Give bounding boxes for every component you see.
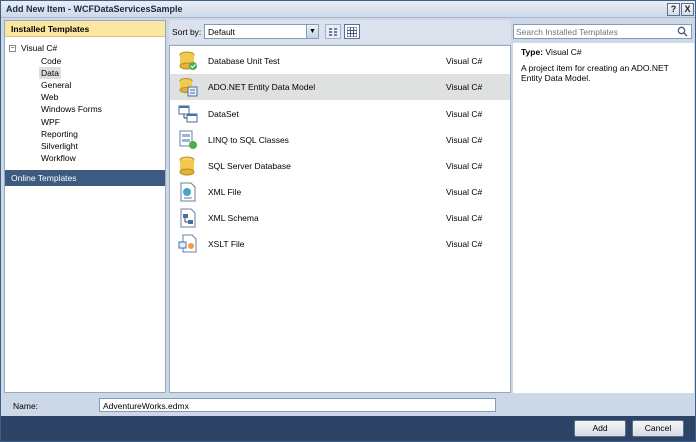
template-name: LINQ to SQL Classes: [208, 135, 289, 145]
template-name: ADO.NET Entity Data Model: [208, 82, 316, 92]
tree-item-windows-forms[interactable]: Windows Forms: [39, 103, 104, 115]
template-language: Visual C#: [446, 135, 483, 145]
template-name: Database Unit Test: [208, 56, 280, 66]
linq-to-sql-icon: [179, 130, 197, 149]
list-view-button[interactable]: [325, 24, 341, 39]
database-unit-test-icon: [179, 51, 197, 70]
tree-item-code[interactable]: Code: [39, 55, 63, 67]
list-view-icon: [329, 28, 337, 36]
template-name: XSLT File: [208, 239, 245, 249]
tree-item-workflow[interactable]: Workflow: [39, 152, 78, 164]
entity-data-model-icon: [179, 78, 198, 97]
template-name: XML Schema: [208, 213, 259, 223]
template-language: Visual C#: [446, 187, 483, 197]
collapse-icon[interactable]: −: [9, 44, 16, 52]
template-item[interactable]: LINQ to SQL Classes Visual C#: [170, 127, 510, 153]
search-box[interactable]: [513, 24, 692, 39]
close-button[interactable]: X: [681, 3, 694, 16]
details-view-button[interactable]: [344, 24, 360, 39]
template-language: Visual C#: [446, 239, 483, 249]
type-label: Type:: [521, 47, 544, 57]
sort-toolbar: Sort by: Default ▼: [169, 20, 511, 44]
tree-item-silverlight[interactable]: Silverlight: [39, 140, 80, 152]
template-name: DataSet: [208, 109, 239, 119]
name-input[interactable]: [99, 398, 496, 412]
tree-node-label: Visual C#: [21, 43, 58, 53]
template-item-selected[interactable]: ADO.NET Entity Data Model Visual C#: [170, 74, 510, 100]
button-bar: Add Cancel: [1, 416, 695, 441]
dataset-icon: [178, 105, 198, 123]
search-input[interactable]: [516, 26, 671, 37]
tree-item-wpf[interactable]: WPF: [39, 116, 62, 128]
templates-tree-pane: Installed Templates − Visual C# Code Data…: [4, 20, 166, 393]
search-icon[interactable]: [677, 26, 688, 37]
xml-schema-icon: [180, 208, 196, 228]
template-language: Visual C#: [446, 213, 483, 223]
template-name: XML File: [208, 187, 242, 197]
window-title: Add New Item - WCFDataServicesSample: [6, 4, 183, 14]
online-templates-header[interactable]: Online Templates: [5, 170, 165, 186]
xml-file-icon: [180, 182, 196, 202]
template-language: Visual C#: [446, 56, 483, 66]
name-label: Name:: [13, 401, 39, 411]
tree-item-general[interactable]: General: [39, 79, 73, 91]
tree-item-data[interactable]: Data: [39, 67, 61, 79]
template-language: Visual C#: [446, 109, 483, 119]
help-button[interactable]: ?: [667, 3, 680, 16]
sql-database-icon: [179, 156, 195, 176]
tree-node-visual-csharp[interactable]: − Visual C#: [9, 43, 57, 53]
sort-by-label: Sort by:: [172, 27, 202, 37]
sort-by-value: Default: [208, 27, 235, 37]
template-list: Database Unit Test Visual C# ADO.NET Ent…: [169, 45, 511, 393]
add-new-item-dialog: Add New Item - WCFDataServicesSample ? X…: [0, 0, 696, 442]
template-item[interactable]: XML Schema Visual C#: [170, 205, 510, 231]
cancel-button[interactable]: Cancel: [632, 420, 684, 437]
type-value: Visual C#: [545, 47, 582, 57]
template-item[interactable]: XSLT File Visual C#: [170, 231, 510, 257]
template-item[interactable]: DataSet Visual C#: [170, 101, 510, 127]
template-name: SQL Server Database: [208, 161, 291, 171]
xslt-file-icon: [178, 234, 197, 253]
template-language: Visual C#: [446, 82, 483, 92]
sort-by-dropdown[interactable]: Default ▼: [204, 24, 319, 39]
tree-item-reporting[interactable]: Reporting: [39, 128, 80, 140]
details-pane: Type: Visual C# A project item for creat…: [513, 43, 694, 393]
name-row: Name:: [1, 394, 695, 416]
add-button[interactable]: Add: [574, 420, 626, 437]
type-line: Type: Visual C#: [521, 47, 582, 57]
template-item[interactable]: XML File Visual C#: [170, 179, 510, 205]
template-item[interactable]: Database Unit Test Visual C#: [170, 48, 510, 74]
details-view-icon: [347, 27, 357, 37]
template-description: A project item for creating an ADO.NET E…: [521, 63, 669, 83]
title-bar[interactable]: Add New Item - WCFDataServicesSample ? X: [1, 1, 695, 18]
tree-item-web[interactable]: Web: [39, 91, 60, 103]
template-item[interactable]: SQL Server Database Visual C#: [170, 153, 510, 179]
dropdown-arrow-icon[interactable]: ▼: [306, 25, 318, 38]
template-language: Visual C#: [446, 161, 483, 171]
installed-templates-header[interactable]: Installed Templates: [5, 21, 165, 37]
